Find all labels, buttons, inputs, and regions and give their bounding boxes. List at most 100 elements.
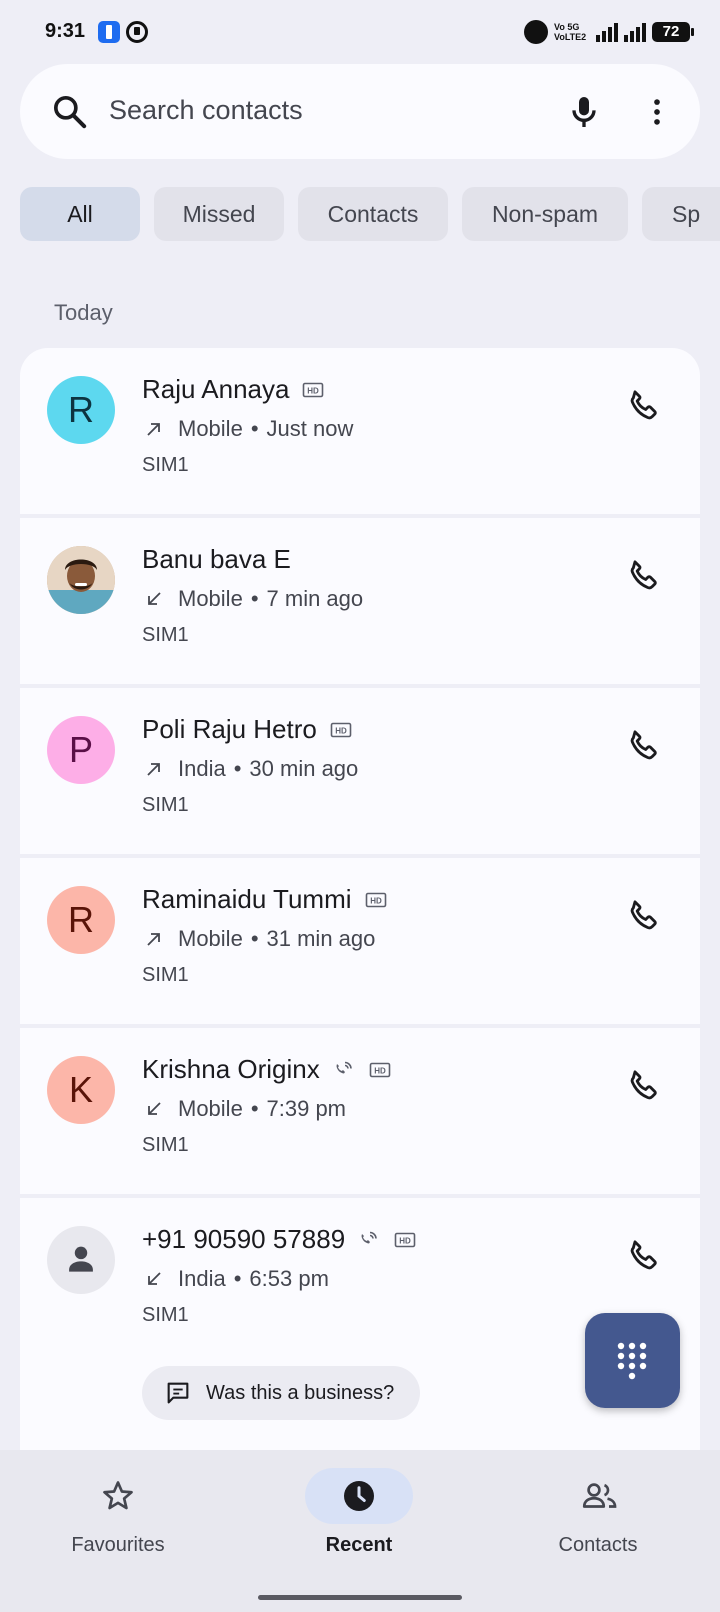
caller-name: Raminaidu Tummi (142, 884, 352, 914)
dialpad-button[interactable] (585, 1313, 680, 1408)
call-location: Mobile (178, 416, 243, 441)
chip-missed[interactable]: Missed (154, 187, 284, 241)
search-input[interactable]: Search contacts (109, 95, 303, 126)
call-log-item[interactable]: P Poli Raju Hetro HD India • 30 min ago SIM1 (20, 688, 700, 854)
phone-icon (624, 1240, 664, 1280)
caller-name: Banu bava E (142, 544, 291, 574)
call-time: 31 min ago (266, 926, 376, 951)
phone-icon (624, 1070, 664, 1110)
status-time: 9:31 (45, 20, 86, 42)
call-detail: Mobile • Just now (142, 416, 353, 442)
call-name-row: Raminaidu Tummi HD (142, 884, 388, 915)
call-log-item[interactable]: R Raminaidu Tummi HD Mobile • 31 min ago SIM1 (20, 858, 700, 1024)
call-button[interactable] (624, 1066, 664, 1106)
clock-icon (344, 1481, 374, 1511)
search-bar[interactable]: Search contacts (20, 64, 700, 159)
incoming-call-icon (142, 1097, 170, 1121)
bottom-navigation: Favourites Recent Contacts (0, 1450, 720, 1612)
call-button[interactable] (624, 726, 664, 766)
chip-spam[interactable]: Sp (642, 187, 720, 241)
nav-favourites[interactable]: Favourites (18, 1468, 218, 1557)
filter-chips: All Missed Contacts Non-spam Sp (20, 187, 720, 241)
call-location: Mobile (178, 1096, 243, 1121)
call-location: Mobile (178, 586, 243, 611)
caller-name: +91 90590 57889 (142, 1224, 346, 1254)
chip-all[interactable]: All (20, 187, 140, 241)
call-time: Just now (266, 416, 354, 441)
feedback-icon (167, 1382, 189, 1404)
more-options-icon[interactable] (640, 90, 674, 134)
people-icon (582, 1483, 617, 1508)
call-button[interactable] (624, 556, 664, 596)
separator-dot: • (250, 586, 259, 611)
avatar-photo[interactable] (47, 546, 115, 614)
search-icon (53, 96, 87, 129)
business-feedback-chip[interactable]: Was this a business? (142, 1366, 420, 1420)
separator-dot: • (233, 756, 242, 781)
chip-contacts[interactable]: Contacts (298, 187, 448, 241)
dialpad-icon (617, 1342, 647, 1380)
call-log-item[interactable]: Banu bava E Mobile • 7 min ago SIM1 (20, 518, 700, 684)
nav-recent-label: Recent (325, 1534, 393, 1556)
phone-icon (624, 560, 664, 600)
call-detail: India • 6:53 pm (142, 1266, 329, 1292)
svg-text:HD: HD (370, 896, 382, 905)
call-sim: SIM1 (142, 964, 189, 986)
call-log-item[interactable]: R Raju Annaya HD Mobile • Just now SIM1 (20, 348, 700, 514)
chip-non-spam[interactable]: Non-spam (462, 187, 628, 241)
volte-label: Vo 5G VoLTE2 (554, 22, 590, 42)
nav-recent[interactable]: Recent (259, 1468, 459, 1557)
caller-name: Poli Raju Hetro (142, 714, 317, 744)
outgoing-call-icon (142, 757, 170, 781)
call-time: 6:53 pm (249, 1266, 329, 1291)
volte-label-bottom: VoLTE2 (554, 32, 587, 42)
call-sim: SIM1 (142, 454, 189, 476)
star-icon (103, 1481, 133, 1510)
unknown-person-icon[interactable] (47, 1226, 115, 1294)
nav-recent-pill (305, 1468, 413, 1524)
caller-name: Raju Annaya (142, 374, 290, 404)
call-location: India (178, 756, 226, 781)
hd-call-icon: HD (393, 1228, 417, 1252)
phone-icon (624, 900, 664, 940)
call-log-item[interactable]: K Krishna Originx HD Mobile • 7:39 pm SIM1 (20, 1028, 700, 1194)
avatar[interactable]: P (47, 716, 115, 784)
call-name-row: +91 90590 57889 HD (142, 1224, 417, 1255)
call-button[interactable] (624, 896, 664, 936)
call-detail: Mobile • 31 min ago (142, 926, 375, 952)
nav-contacts-pill (544, 1468, 652, 1524)
section-title: Today (54, 300, 113, 325)
nav-favourites-pill (64, 1468, 172, 1524)
avatar[interactable]: R (47, 886, 115, 954)
status-right-icons: Vo 5G VoLTE2 72 (524, 20, 694, 44)
outgoing-call-icon (142, 927, 170, 951)
nav-contacts[interactable]: Contacts (498, 1468, 698, 1557)
call-time: 7:39 pm (266, 1096, 347, 1121)
nav-contacts-label: Contacts (558, 1534, 638, 1556)
nav-favourites-label: Favourites (71, 1534, 165, 1556)
status-bar: 9:31 Vo 5G VoLTE2 72 (0, 0, 720, 64)
app-notification-icon (126, 21, 148, 43)
call-button[interactable] (624, 1236, 664, 1276)
hd-call-icon: HD (368, 1058, 392, 1082)
separator-dot: • (250, 1096, 259, 1121)
avatar[interactable]: R (47, 376, 115, 444)
incoming-call-icon (142, 587, 170, 611)
business-feedback-label: Was this a business? (206, 1381, 395, 1404)
call-detail: India • 30 min ago (142, 756, 358, 782)
call-name-row: Raju Annaya HD (142, 374, 325, 405)
signal-sim1-icon (596, 22, 618, 42)
call-detail: Mobile • 7 min ago (142, 586, 363, 612)
svg-text:HD: HD (335, 726, 347, 735)
home-indicator (258, 1595, 462, 1600)
svg-text:HD: HD (374, 1066, 386, 1075)
mic-icon[interactable] (564, 90, 604, 134)
call-sim: SIM1 (142, 794, 189, 816)
avatar[interactable]: K (47, 1056, 115, 1124)
call-button[interactable] (624, 386, 664, 426)
volte-label-top: Vo 5G (554, 22, 580, 32)
phone-icon (624, 390, 664, 430)
flashlight-notification-icon (98, 21, 120, 43)
hd-call-icon: HD (364, 888, 388, 912)
call-time: 30 min ago (249, 756, 359, 781)
